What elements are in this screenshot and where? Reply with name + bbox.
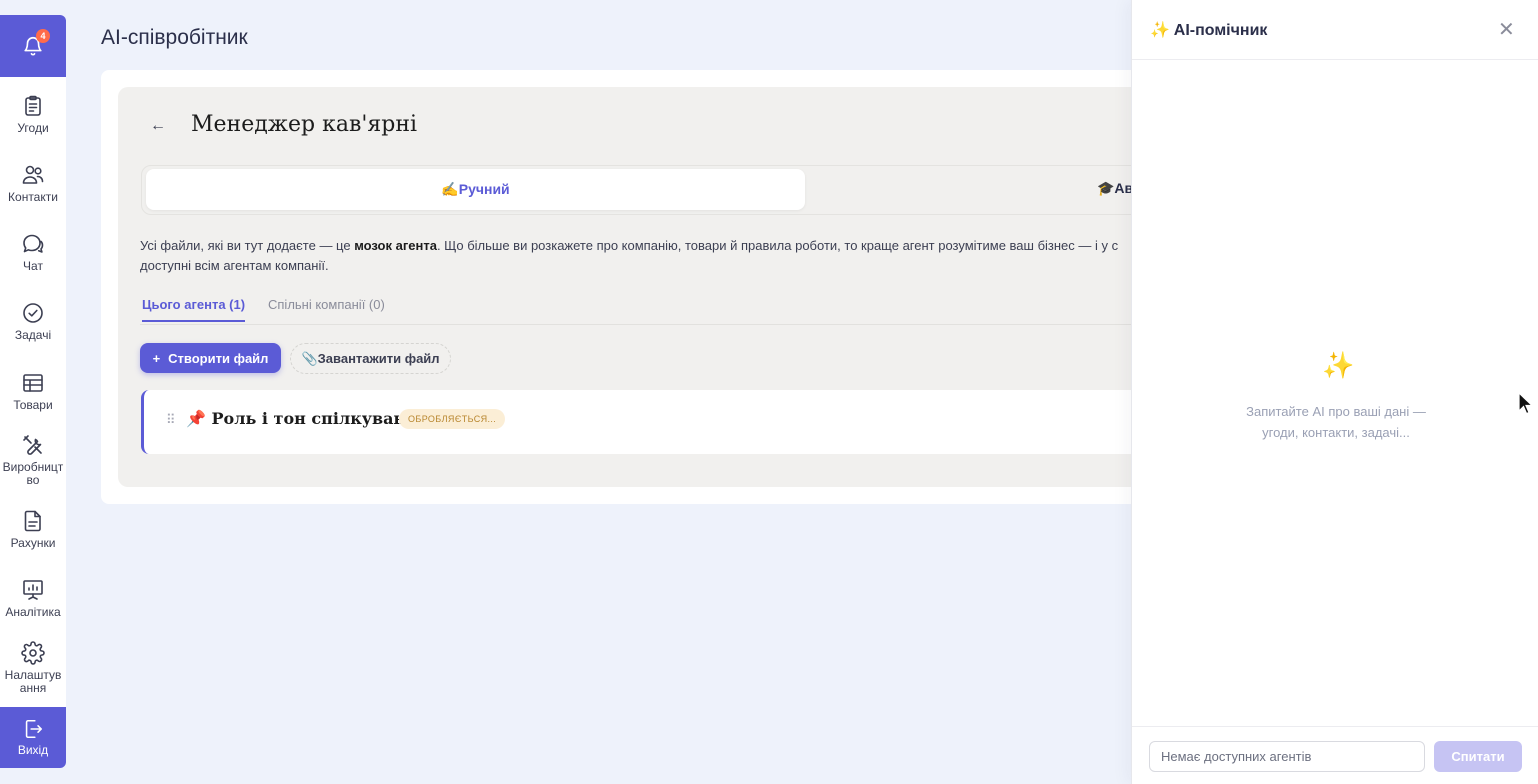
sparkles-icon: ✨ <box>1322 350 1355 380</box>
notifications-button[interactable]: 4 <box>0 15 66 77</box>
sidebar-item-label: Рахунки <box>10 536 56 550</box>
sidebar-item-analytics[interactable]: Аналітика <box>0 578 66 619</box>
sidebar-item-label: Товари <box>13 398 53 412</box>
ask-button[interactable]: Спитати <box>1434 741 1522 772</box>
sidebar-item-deals[interactable]: Угоди <box>0 94 66 135</box>
logout-icon <box>25 719 43 739</box>
status-badge: ОБРОБЛЯЄТЬСЯ... <box>399 409 506 429</box>
page-title: AI-співробітник <box>101 26 248 49</box>
document-icon <box>24 510 41 532</box>
sidebar-item-settings[interactable]: Налаштування <box>0 641 66 695</box>
gear-icon <box>21 641 45 665</box>
empty-state-text: Запитайте AI про ваші дані — угоди, конт… <box>1246 404 1426 440</box>
ai-assistant-panel: ✨ AI-помічник ✕ ✨ Запитайте AI про ваші … <box>1131 0 1538 784</box>
sidebar-item-tasks[interactable]: Задачі <box>0 301 66 342</box>
notifications-badge: 4 <box>36 29 50 43</box>
drag-handle-icon[interactable]: ⠿ <box>166 412 176 428</box>
create-file-button[interactable]: + Створити файл <box>140 343 281 373</box>
sidebar-item-invoices[interactable]: Рахунки <box>0 509 66 550</box>
tab-company-shared[interactable]: Спільні компанії (0) <box>268 297 385 320</box>
mouse-cursor-icon <box>1518 392 1534 415</box>
sidebar-item-label: Контакти <box>8 190 58 204</box>
check-circle-icon <box>23 303 43 323</box>
sidebar-item-production[interactable]: Виробництво <box>0 433 66 487</box>
sidebar-item-contacts[interactable]: Контакти <box>0 163 66 204</box>
chat-icon <box>23 234 44 253</box>
file-subtabs: Цього агента (1) Спільні компанії (0) <box>140 297 1140 325</box>
clipboard-icon <box>25 95 41 116</box>
presentation-chart-icon <box>23 580 43 600</box>
sidebar-item-chat[interactable]: Чат <box>0 232 66 273</box>
close-icon[interactable]: ✕ <box>1498 17 1515 42</box>
sidebar-item-label: Виробництво <box>2 460 64 487</box>
file-name: 📌 Роль і тон спілкування <box>186 409 429 428</box>
knowledge-description: Усі файли, які ви тут додаєте — це мозок… <box>140 238 1119 273</box>
agent-title: Менеджер кав'ярні <box>191 112 418 137</box>
tools-icon <box>23 435 42 455</box>
file-row[interactable]: ⠿ 📌 Роль і тон спілкування ОБРОБЛЯЄТЬСЯ.… <box>141 390 1141 454</box>
mode-tab-manual[interactable]: ✍️Ручний <box>146 169 805 210</box>
sidebar: 4 Угоди Контакти Чат Задачі Товари Вироб… <box>0 15 66 768</box>
plus-icon: + <box>152 350 161 366</box>
sidebar-item-label: Налаштування <box>4 668 62 695</box>
upload-file-button[interactable]: 📎Завантажити файл <box>290 343 451 374</box>
logout-label: Вихід <box>17 743 49 757</box>
sidebar-item-label: Аналітика <box>5 605 61 619</box>
table-icon <box>23 374 43 392</box>
mode-tab-auto[interactable]: 🎓Ав <box>1097 180 1133 197</box>
panel-footer: Спитати <box>1132 726 1538 784</box>
sidebar-item-products[interactable]: Товари <box>0 371 66 412</box>
tab-this-agent[interactable]: Цього агента (1) <box>142 297 246 322</box>
sidebar-item-label: Задачі <box>14 328 52 342</box>
users-icon <box>22 165 44 184</box>
sidebar-item-label: Угоди <box>17 121 49 135</box>
logout-button[interactable]: Вихід <box>0 707 66 768</box>
sidebar-item-label: Чат <box>23 259 43 273</box>
create-file-label: Створити файл <box>168 350 269 366</box>
back-button[interactable]: ← <box>150 117 166 135</box>
panel-title: ✨ AI-помічник <box>1150 22 1268 39</box>
ask-input[interactable] <box>1149 741 1425 772</box>
panel-header: ✨ AI-помічник ✕ <box>1132 0 1538 60</box>
